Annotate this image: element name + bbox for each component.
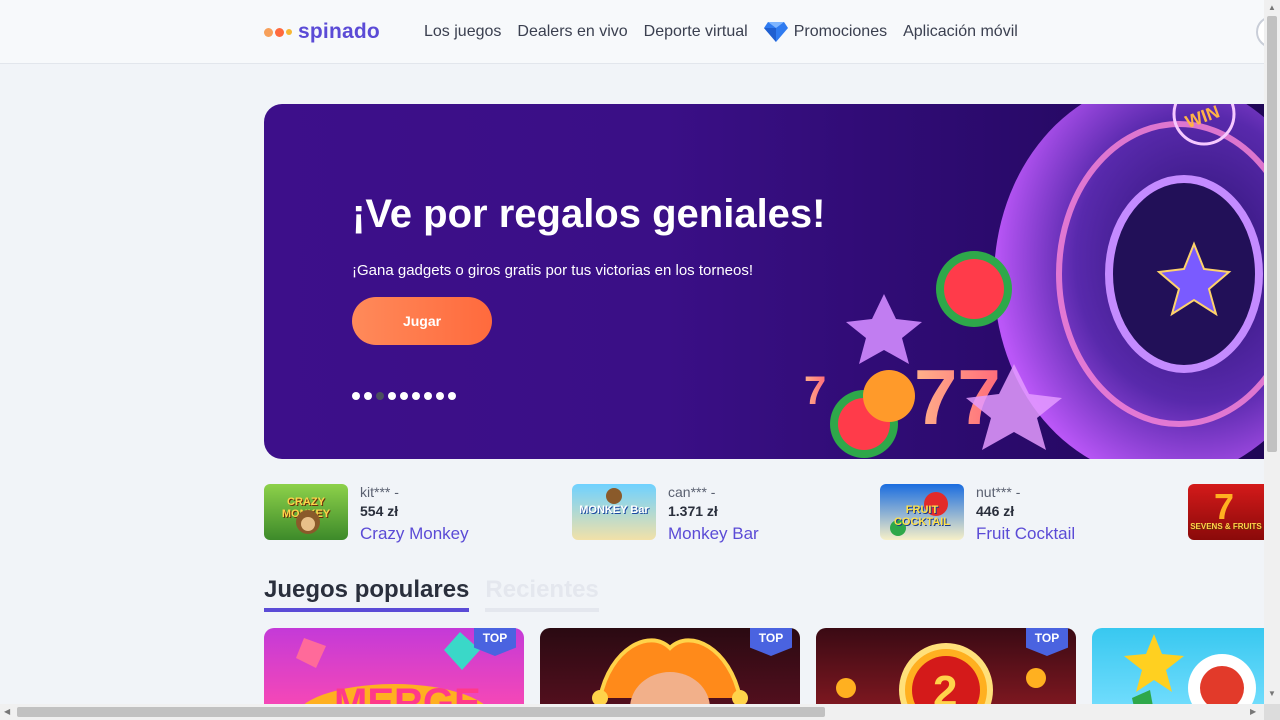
carousel-dot[interactable]: [352, 392, 360, 400]
carousel-dot[interactable]: [364, 392, 372, 400]
fruit-cocktail-thumbnail: FRUIT COCKTAIL: [880, 484, 964, 540]
nav-label: Promociones: [793, 23, 888, 40]
carousel-dot[interactable]: [448, 392, 456, 400]
carousel-dots: [352, 392, 456, 400]
carousel-dot[interactable]: [436, 392, 444, 400]
slot-machine-illustration: WIN 77 7: [804, 104, 1264, 459]
tab-recientes[interactable]: Recientes: [485, 576, 599, 612]
main-nav: Los juegos Dealers en vivo Deporte virtu…: [424, 20, 1018, 44]
nav-promociones[interactable]: Promociones: [763, 22, 888, 42]
winner-amount: 446 zł: [976, 503, 1015, 519]
nav-label: Dealers en vivo: [517, 23, 628, 40]
winner-game-link[interactable]: Crazy Monkey: [360, 522, 469, 546]
nav-label: Aplicación móvil: [903, 23, 1018, 40]
winner-info: can*** - 1.371 zł Monkey Bar: [668, 484, 759, 543]
nav-aplicacion-movil[interactable]: Aplicación móvil: [903, 23, 1018, 41]
winner-amount: 1.371 zł: [668, 503, 718, 519]
nav-deporte-virtual[interactable]: Deporte virtual: [644, 23, 748, 41]
tab-juegos-populares[interactable]: Juegos populares: [264, 576, 470, 612]
winner-username: nut*** -: [976, 484, 1021, 500]
scroll-right-arrow-icon[interactable]: ▶: [1250, 708, 1256, 716]
banner-subtitle: ¡Gana gadgets o giros gratis por tus vic…: [352, 262, 754, 279]
scroll-left-arrow-icon[interactable]: ◀: [4, 708, 10, 716]
winner-item[interactable]: CRAZY MONKEY kit*** - 554 zł Crazy Monke…: [264, 484, 469, 543]
logo-text: spinado: [298, 20, 380, 43]
carousel-dot[interactable]: [412, 392, 420, 400]
winner-item[interactable]: MONKEY Bar can*** - 1.371 zł Monkey Bar: [572, 484, 759, 543]
horizontal-scroll-thumb[interactable]: [17, 707, 825, 717]
winner-info: nut*** - 446 zł Fruit Cocktail: [976, 484, 1075, 543]
games-tabs: Juegos populares Recientes: [264, 576, 599, 612]
thumbnail-label: SEVENS & FRUITS: [1190, 522, 1262, 531]
diamond-icon: [763, 22, 788, 42]
carousel-dot[interactable]: [388, 392, 396, 400]
promo-banner: ¡Ve por regalos geniales! ¡Gana gadgets …: [264, 104, 1264, 459]
monkey-bar-thumbnail: MONKEY Bar: [572, 484, 656, 540]
scroll-down-arrow-icon[interactable]: ▼: [1268, 690, 1276, 698]
carousel-dot[interactable]: [424, 392, 432, 400]
winner-username: kit*** -: [360, 484, 399, 500]
logo-mark-icon: [264, 27, 292, 37]
vertical-scrollbar[interactable]: ▲ ▼: [1264, 0, 1280, 704]
winner-game-link[interactable]: Fruit Cocktail: [976, 522, 1075, 546]
nav-los-juegos[interactable]: Los juegos: [424, 23, 501, 41]
carousel-dot[interactable]: [400, 392, 408, 400]
crazy-monkey-thumbnail: CRAZY MONKEY: [264, 484, 348, 540]
scrollbar-corner: [1264, 704, 1280, 720]
nav-label: Los juegos: [424, 23, 502, 40]
scroll-up-arrow-icon[interactable]: ▲: [1268, 4, 1276, 12]
nav-label: Deporte virtual: [643, 23, 748, 40]
thumbnail-label: FRUIT COCKTAIL: [893, 504, 950, 528]
winner-amount: 554 zł: [360, 503, 399, 519]
winner-info: kit*** - 554 zł Crazy Monkey: [360, 484, 469, 543]
sevens-and-fruits-thumbnail: 7 SEVENS & FRUITS: [1188, 484, 1264, 540]
winner-username: can*** -: [668, 484, 716, 500]
winner-item[interactable]: FRUIT COCKTAIL nut*** - 446 zł Fruit Coc…: [880, 484, 1075, 543]
nav-dealers-en-vivo[interactable]: Dealers en vivo: [517, 23, 627, 41]
monkey-icon: [606, 488, 622, 504]
horizontal-scrollbar[interactable]: ◀ ▶: [0, 704, 1264, 720]
top-header: spinado Los juegos Dealers en vivo Depor…: [0, 0, 1280, 64]
play-button[interactable]: Jugar: [352, 297, 492, 345]
svg-text:7: 7: [804, 369, 826, 413]
monkey-icon: [296, 510, 320, 534]
banner-title: ¡Ve por regalos geniales!: [352, 192, 826, 236]
carousel-dot[interactable]: [376, 392, 384, 400]
winner-game-link[interactable]: Monkey Bar: [668, 522, 759, 546]
vertical-scroll-thumb[interactable]: [1267, 16, 1277, 452]
winner-item[interactable]: 7 SEVENS & FRUITS: [1188, 484, 1264, 540]
spinado-logo[interactable]: spinado: [264, 20, 380, 44]
